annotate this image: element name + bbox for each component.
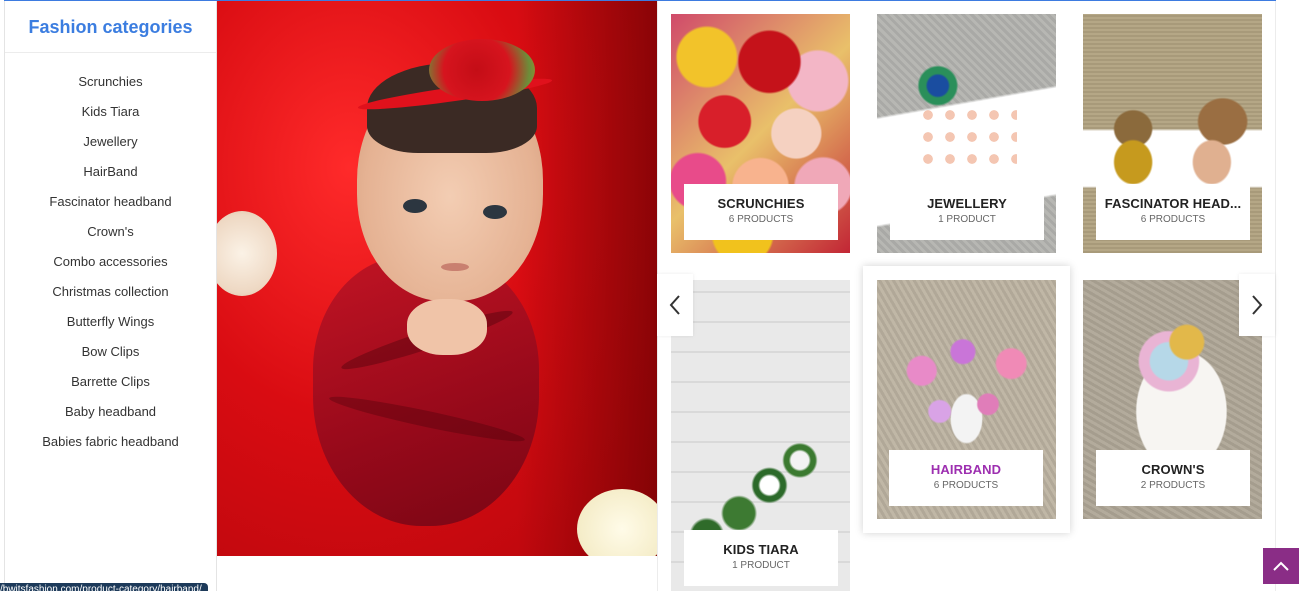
category-label: Crown's 2 Products bbox=[1096, 450, 1250, 506]
sidebar-item-babies-fabric-headband[interactable]: Babies fabric headband bbox=[5, 427, 216, 457]
hero-banner-image[interactable] bbox=[217, 1, 657, 556]
category-card-crowns[interactable]: Crown's 2 Products bbox=[1083, 280, 1262, 519]
sidebar-list: Scrunchies Kids Tiara Jewellery HairBand… bbox=[5, 53, 216, 457]
sidebar-item-jewellery[interactable]: Jewellery bbox=[5, 127, 216, 157]
sidebar-item-christmas-collection[interactable]: Christmas collection bbox=[5, 277, 216, 307]
category-count: 1 Product bbox=[732, 560, 790, 571]
category-count: 6 Products bbox=[1140, 214, 1206, 225]
carousel-prev-button[interactable] bbox=[657, 274, 693, 336]
sidebar-item-butterfly-wings[interactable]: Butterfly Wings bbox=[5, 307, 216, 337]
sidebar-item-barrette-clips[interactable]: Barrette Clips bbox=[5, 367, 216, 397]
category-label: Fascinator head... 6 Products bbox=[1096, 184, 1250, 240]
category-card-fascinator-headband[interactable]: Fascinator head... 6 Products bbox=[1083, 14, 1262, 253]
category-name: Kids Tiara bbox=[723, 542, 799, 557]
category-card-hairband[interactable]: HairBand 6 Products bbox=[863, 266, 1070, 533]
sidebar-item-scrunchies[interactable]: Scrunchies bbox=[5, 67, 216, 97]
category-card-jewellery[interactable]: Jewellery 1 Product bbox=[877, 14, 1056, 253]
category-name: Scrunchies bbox=[717, 196, 805, 211]
category-label: Jewellery 1 Product bbox=[890, 184, 1044, 240]
sidebar-item-fascinator-headband[interactable]: Fascinator headband bbox=[5, 187, 216, 217]
category-card-kids-tiara[interactable]: Kids Tiara 1 Product bbox=[671, 280, 850, 591]
status-bar-url: /bwitsfashion.com/product-category/hairb… bbox=[0, 583, 208, 591]
sidebar-item-baby-headband[interactable]: Baby headband bbox=[5, 397, 216, 427]
sidebar-item-kids-tiara[interactable]: Kids Tiara bbox=[5, 97, 216, 127]
category-name: Fascinator head... bbox=[1104, 196, 1242, 211]
chevron-up-icon bbox=[1273, 561, 1289, 571]
category-label: Scrunchies 6 Products bbox=[684, 184, 838, 240]
back-to-top-button[interactable] bbox=[1263, 548, 1299, 584]
category-count: 1 Product bbox=[938, 214, 996, 225]
category-label: Kids Tiara 1 Product bbox=[684, 530, 838, 586]
chevron-right-icon bbox=[1252, 295, 1263, 315]
category-count: 6 Products bbox=[933, 480, 999, 491]
sidebar-title: Fashion categories bbox=[5, 1, 216, 53]
category-name: Jewellery bbox=[927, 196, 1007, 211]
category-label: HairBand 6 Products bbox=[889, 450, 1043, 506]
headband-flower bbox=[429, 39, 535, 101]
sidebar-item-combo-accessories[interactable]: Combo accessories bbox=[5, 247, 216, 277]
carousel-next-button[interactable] bbox=[1239, 274, 1275, 336]
category-card-scrunchies[interactable]: Scrunchies 6 Products bbox=[671, 14, 850, 253]
category-sidebar: Fashion categories Scrunchies Kids Tiara… bbox=[4, 1, 217, 591]
sidebar-item-crowns[interactable]: Crown's bbox=[5, 217, 216, 247]
category-name: HairBand bbox=[930, 462, 1002, 477]
flower-decoration bbox=[217, 211, 277, 296]
category-count: 2 Products bbox=[1140, 480, 1206, 491]
sidebar-item-bow-clips[interactable]: Bow Clips bbox=[5, 337, 216, 367]
sidebar-item-hairband[interactable]: HairBand bbox=[5, 157, 216, 187]
chevron-left-icon bbox=[669, 295, 680, 315]
category-name: Crown's bbox=[1141, 462, 1205, 477]
category-count: 6 Products bbox=[728, 214, 794, 225]
